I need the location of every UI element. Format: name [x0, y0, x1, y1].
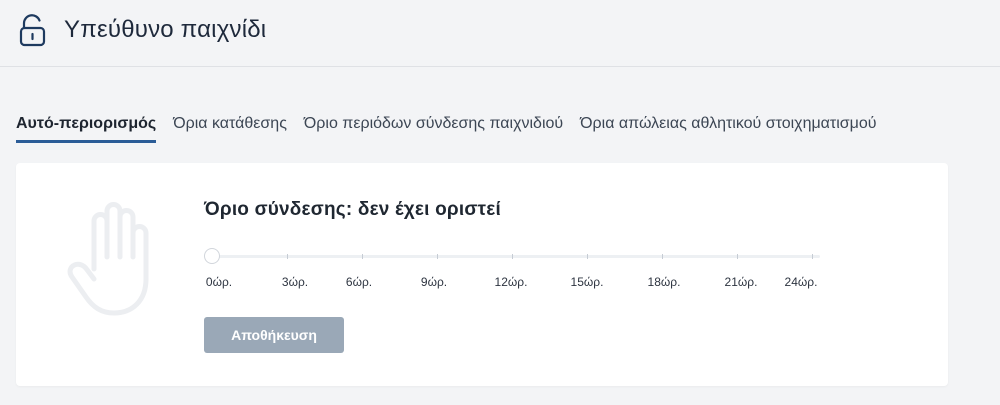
tick-label-15: 15ώρ. — [570, 275, 604, 289]
tick-label-9: 9ώρ. — [420, 275, 448, 289]
slider-thumb[interactable] — [204, 248, 220, 264]
slider-tick — [737, 254, 738, 259]
save-button[interactable]: Αποθήκευση — [204, 317, 344, 353]
page-header: Υπεύθυνο παιχνίδι — [0, 0, 1000, 67]
tick-label-12: 12ώρ. — [494, 275, 528, 289]
slider-tick — [587, 254, 588, 259]
tab-deposit-limits[interactable]: Όρια κατάθεσης — [173, 110, 287, 142]
limit-card: Όριο σύνδεσης: δεν έχει οριστεί 0ώρ. 3ώρ… — [16, 163, 948, 386]
slider-tick — [662, 254, 663, 259]
tick-label-0: 0ώρ. — [205, 275, 233, 289]
slider-tick — [287, 254, 288, 259]
tick-label-3: 3ώρ. — [281, 275, 309, 289]
session-limit-slider[interactable] — [204, 248, 820, 264]
limit-status-title: Όριο σύνδεσης: δεν έχει οριστεί — [204, 199, 501, 220]
tick-label-21: 21ώρ. — [724, 275, 758, 289]
tick-label-24: 24ώρ. — [784, 275, 818, 289]
tick-label-18: 18ώρ. — [647, 275, 681, 289]
tab-bar: Αυτό-περιορισμός Όρια κατάθεσης Όριο περ… — [16, 110, 894, 143]
slider-tick — [812, 254, 813, 259]
tick-label-6: 6ώρ. — [345, 275, 373, 289]
slider-tick — [512, 254, 513, 259]
slider-tick — [362, 254, 363, 259]
page-title: Υπεύθυνο παιχνίδι — [64, 16, 267, 43]
tab-self-exclusion[interactable]: Αυτό-περιορισμός — [16, 110, 157, 143]
unlocked-padlock-icon — [19, 14, 46, 47]
slider-tick — [437, 254, 438, 259]
tab-sports-loss-limits[interactable]: Όρια απώλειας αθλητικού στοιχηματισμού — [580, 110, 876, 142]
tab-session-limit[interactable]: Όριο περιόδων σύνδεσης παιχνιδιού — [304, 110, 563, 142]
raised-hand-icon — [67, 202, 149, 316]
